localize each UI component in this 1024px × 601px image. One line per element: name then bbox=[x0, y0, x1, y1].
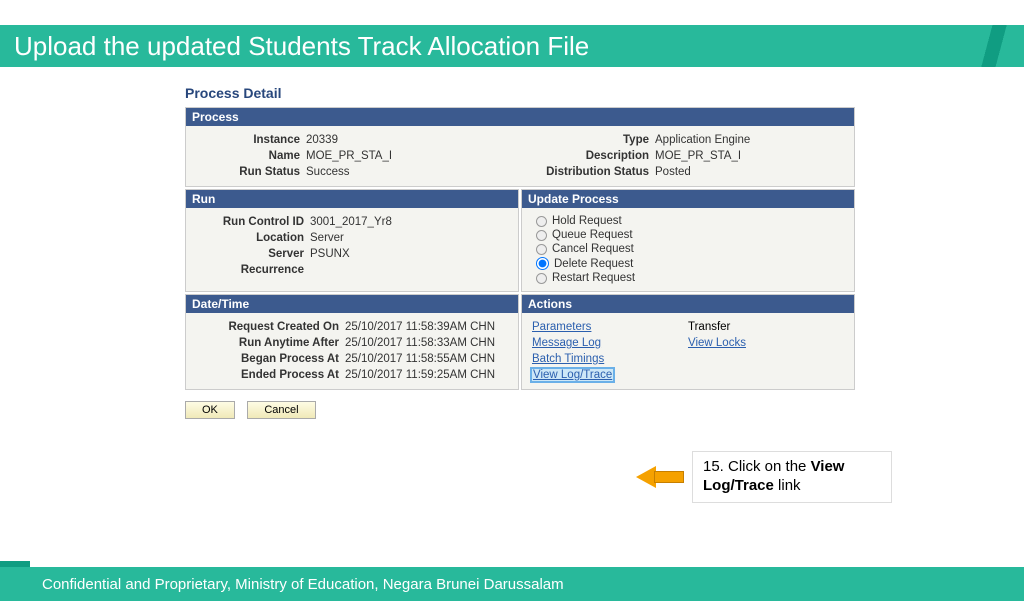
callout-after: link bbox=[774, 477, 801, 494]
radio-icon bbox=[536, 273, 547, 284]
anytime-label: Run Anytime After bbox=[190, 337, 345, 349]
radio-icon bbox=[536, 216, 547, 227]
ended-value: 25/10/2017 11:59:25AM CHN bbox=[345, 369, 495, 381]
began-label: Began Process At bbox=[190, 353, 345, 365]
restart-label: Restart Request bbox=[552, 272, 635, 284]
began-value: 25/10/2017 11:58:55AM CHN bbox=[345, 353, 495, 365]
recurrence-label: Recurrence bbox=[190, 264, 310, 276]
radio-icon bbox=[536, 230, 547, 241]
queue-request-option[interactable]: Queue Request bbox=[526, 228, 850, 242]
rcid-value: 3001_2017_Yr8 bbox=[310, 216, 392, 228]
message-log-link[interactable]: Message Log bbox=[532, 337, 601, 349]
slide-title: Upload the updated Students Track Alloca… bbox=[0, 27, 603, 66]
queue-label: Queue Request bbox=[552, 229, 633, 241]
parameters-link[interactable]: Parameters bbox=[532, 321, 591, 333]
anytime-value: 25/10/2017 11:58:33AM CHN bbox=[345, 337, 495, 349]
type-label: Type bbox=[520, 134, 655, 146]
arrow-left-icon bbox=[636, 466, 684, 488]
cancel-button[interactable]: Cancel bbox=[247, 401, 315, 419]
restart-request-option[interactable]: Restart Request bbox=[526, 271, 850, 285]
delete-label: Delete Request bbox=[554, 258, 633, 270]
runstatus-label: Run Status bbox=[186, 166, 306, 178]
footer-text: Confidential and Proprietary, Ministry o… bbox=[42, 576, 564, 593]
process-header: Process bbox=[186, 108, 854, 126]
footer-bar: Confidential and Proprietary, Ministry o… bbox=[0, 567, 1024, 601]
desc-label: Description bbox=[520, 150, 655, 162]
type-value: Application Engine bbox=[655, 134, 750, 146]
radio-icon[interactable] bbox=[536, 257, 549, 270]
created-label: Request Created On bbox=[190, 321, 345, 333]
runstatus-value: Success bbox=[306, 166, 349, 178]
rcid-label: Run Control ID bbox=[190, 216, 310, 228]
server-label: Server bbox=[190, 248, 310, 260]
created-value: 25/10/2017 11:58:39AM CHN bbox=[345, 321, 495, 333]
instance-value: 20339 bbox=[306, 134, 338, 146]
location-value: Server bbox=[310, 232, 344, 244]
datetime-header: Date/Time bbox=[186, 295, 518, 313]
name-label: Name bbox=[186, 150, 306, 162]
actions-header: Actions bbox=[522, 295, 854, 313]
datetime-panel: Date/Time Request Created On25/10/2017 1… bbox=[185, 294, 519, 390]
name-value: MOE_PR_STA_I bbox=[306, 150, 392, 162]
button-row: OK Cancel bbox=[185, 400, 855, 419]
run-panel: Run Run Control ID3001_2017_Yr8 Location… bbox=[185, 189, 519, 292]
page-heading: Process Detail bbox=[185, 85, 855, 101]
cancel-label: Cancel Request bbox=[552, 243, 634, 255]
transfer-text: Transfer bbox=[688, 321, 730, 333]
dist-value: Posted bbox=[655, 166, 691, 178]
content-area: Process Detail Process Instance20339 Nam… bbox=[185, 85, 855, 419]
view-log-trace-link[interactable]: View Log/Trace bbox=[532, 369, 613, 381]
actions-panel: Actions Parameters Transfer Message Log … bbox=[521, 294, 855, 390]
ended-label: Ended Process At bbox=[190, 369, 345, 381]
run-header: Run bbox=[186, 190, 518, 208]
view-locks-link[interactable]: View Locks bbox=[688, 337, 746, 349]
batch-timings-link[interactable]: Batch Timings bbox=[532, 353, 604, 365]
radio-icon bbox=[536, 244, 547, 255]
dist-label: Distribution Status bbox=[520, 166, 655, 178]
hold-request-option[interactable]: Hold Request bbox=[526, 214, 850, 228]
process-panel: Process Instance20339 NameMOE_PR_STA_I R… bbox=[185, 107, 855, 187]
hold-label: Hold Request bbox=[552, 215, 622, 227]
update-header: Update Process bbox=[522, 190, 854, 208]
update-process-panel: Update Process Hold Request Queue Reques… bbox=[521, 189, 855, 292]
server-value: PSUNX bbox=[310, 248, 350, 260]
location-label: Location bbox=[190, 232, 310, 244]
instance-label: Instance bbox=[186, 134, 306, 146]
title-bar: Upload the updated Students Track Alloca… bbox=[0, 25, 1024, 67]
delete-request-option[interactable]: Delete Request bbox=[526, 256, 850, 271]
callout-text: 15. Click on the View Log/Trace link bbox=[692, 451, 892, 503]
ok-button[interactable]: OK bbox=[185, 401, 235, 419]
callout-step: 15. Click on the bbox=[703, 458, 811, 475]
desc-value: MOE_PR_STA_I bbox=[655, 150, 741, 162]
instruction-callout: 15. Click on the View Log/Trace link bbox=[636, 451, 892, 503]
cancel-request-option[interactable]: Cancel Request bbox=[526, 242, 850, 256]
